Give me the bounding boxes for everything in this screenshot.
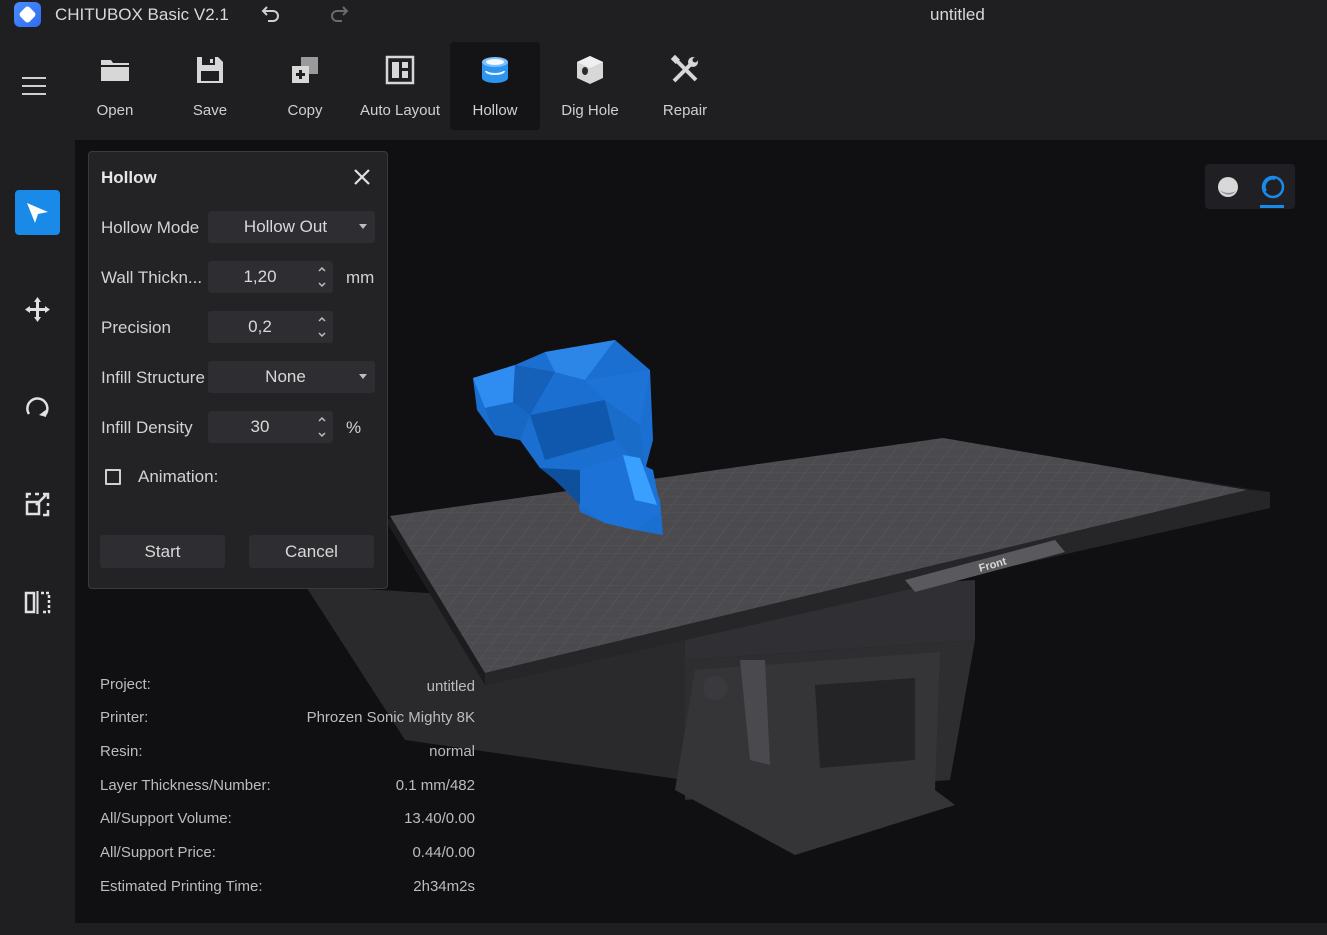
xray-view-icon[interactable] xyxy=(1261,175,1285,199)
info-value: 0.44/0.00 xyxy=(412,844,475,861)
mirror-icon xyxy=(24,591,51,614)
decrement-icon[interactable] xyxy=(313,277,331,292)
scale-icon xyxy=(25,492,50,517)
app-name: CHITUBOX Basic V2.1 xyxy=(55,5,229,24)
info-key: Layer Thickness/Number: xyxy=(100,777,271,794)
wall-thickness-label: Wall Thickn... xyxy=(101,268,203,287)
infill-density-unit: % xyxy=(346,418,362,437)
dig-hole-button[interactable]: Dig Hole xyxy=(545,42,635,130)
dig-hole-label: Dig Hole xyxy=(561,102,619,119)
rotate-icon xyxy=(26,397,49,417)
infill-structure-value: None xyxy=(265,367,306,386)
document-title: untitled xyxy=(930,5,985,24)
info-value: Phrozen Sonic Mighty 8K xyxy=(306,709,475,726)
info-value: 2h34m2s xyxy=(413,878,475,895)
wall-thickness-value: 1,20 xyxy=(243,267,277,286)
mirror-tool-button[interactable] xyxy=(15,580,60,625)
infill-density-value: 30 xyxy=(250,417,270,436)
hollow-label: Hollow xyxy=(472,102,518,119)
active-view-indicator xyxy=(1260,205,1284,208)
chevron-down-icon xyxy=(359,224,367,229)
increment-icon[interactable] xyxy=(313,312,331,327)
info-key: Estimated Printing Time: xyxy=(100,878,263,895)
hollow-button[interactable]: Hollow xyxy=(450,42,540,130)
bottom-status-bar xyxy=(0,923,1327,935)
auto-layout-button[interactable]: Auto Layout xyxy=(355,42,445,130)
undo-icon[interactable] xyxy=(259,2,283,26)
precision-stepper[interactable]: 0,2 xyxy=(208,311,333,343)
shaded-view-icon[interactable] xyxy=(1217,176,1239,198)
infill-density-label: Infill Density xyxy=(101,418,193,437)
infill-density-stepper[interactable]: 30 xyxy=(208,411,333,443)
precision-value: 0,2 xyxy=(248,317,272,336)
increment-icon[interactable] xyxy=(313,412,331,427)
wall-thickness-unit: mm xyxy=(346,268,375,287)
save-label: Save xyxy=(192,102,228,119)
copy-button[interactable]: Copy xyxy=(260,42,350,130)
rotate-tool-button[interactable] xyxy=(15,385,60,430)
decrement-icon[interactable] xyxy=(313,327,331,342)
hollow-panel: Hollow Hollow Mode Hollow Out Wall Thick… xyxy=(88,151,388,589)
repair-button[interactable]: Repair xyxy=(640,42,730,130)
hollow-mode-label: Hollow Mode xyxy=(101,218,200,237)
info-row-resin: Resin: normal xyxy=(100,743,475,763)
main-toolbar: Open Save Copy Auto Layout Hollow Dig Ho… xyxy=(0,30,1327,140)
info-key: Printer: xyxy=(100,709,149,726)
close-icon[interactable] xyxy=(351,166,373,188)
layout-icon xyxy=(385,55,415,85)
info-row-layer: Layer Thickness/Number: 0.1 mm/482 xyxy=(100,777,475,797)
info-value: 13.40/0.00 xyxy=(404,810,475,827)
animation-checkbox[interactable] xyxy=(105,469,121,485)
open-button[interactable]: Open xyxy=(70,42,160,130)
info-value: normal xyxy=(429,743,475,760)
select-icon xyxy=(27,203,48,223)
select-tool-button[interactable] xyxy=(15,190,60,235)
left-tool-rail xyxy=(0,140,75,923)
redo-icon[interactable] xyxy=(327,2,351,26)
hamburger-menu-icon[interactable] xyxy=(20,74,48,98)
start-button[interactable]: Start xyxy=(100,535,225,568)
info-row-price: All/Support Price: 0.44/0.00 xyxy=(100,844,475,864)
dig-hole-icon xyxy=(577,56,603,84)
increment-icon[interactable] xyxy=(313,262,331,277)
infill-structure-select[interactable]: None xyxy=(208,361,375,393)
wall-thickness-stepper[interactable]: 1,20 xyxy=(208,261,333,293)
info-key: Resin: xyxy=(100,743,143,760)
info-row-volume: All/Support Volume: 13.40/0.00 xyxy=(100,810,475,830)
hollow-mode-select[interactable]: Hollow Out xyxy=(208,211,375,243)
title-bar: CHITUBOX Basic V2.1 untitled xyxy=(0,0,1327,30)
hollow-icon xyxy=(482,57,508,83)
copy-icon xyxy=(292,57,318,83)
cancel-button[interactable]: Cancel xyxy=(249,535,374,568)
floppy-icon xyxy=(197,57,223,83)
save-button[interactable]: Save xyxy=(165,42,255,130)
app-logo-icon xyxy=(14,2,41,27)
chevron-down-icon xyxy=(359,374,367,379)
auto-layout-label: Auto Layout xyxy=(359,102,441,119)
folder-icon xyxy=(101,60,129,81)
info-key: All/Support Price: xyxy=(100,844,216,861)
hollow-mode-value: Hollow Out xyxy=(243,217,328,236)
info-key: Project: xyxy=(100,676,151,693)
repair-label: Repair xyxy=(662,102,708,119)
info-row-time: Estimated Printing Time: 2h34m2s xyxy=(100,878,475,898)
decrement-icon[interactable] xyxy=(313,427,331,442)
info-row-printer: Printer: Phrozen Sonic Mighty 8K xyxy=(100,709,475,729)
animation-label: Animation: xyxy=(138,467,219,486)
move-tool-button[interactable] xyxy=(15,287,60,332)
scale-tool-button[interactable] xyxy=(15,482,60,527)
repair-icon xyxy=(670,54,698,83)
precision-label: Precision xyxy=(101,318,171,337)
info-key: All/Support Volume: xyxy=(100,810,232,827)
info-value: 0.1 mm/482 xyxy=(395,777,475,794)
open-label: Open xyxy=(96,102,134,119)
info-row-project: Project: untitled xyxy=(100,676,475,696)
copy-label: Copy xyxy=(287,102,323,119)
infill-structure-label: Infill Structure xyxy=(101,368,205,387)
info-value: untitled xyxy=(426,678,475,695)
render-mode-toggle xyxy=(1205,164,1295,209)
move-icon xyxy=(25,297,50,322)
panel-title: Hollow xyxy=(101,168,157,187)
